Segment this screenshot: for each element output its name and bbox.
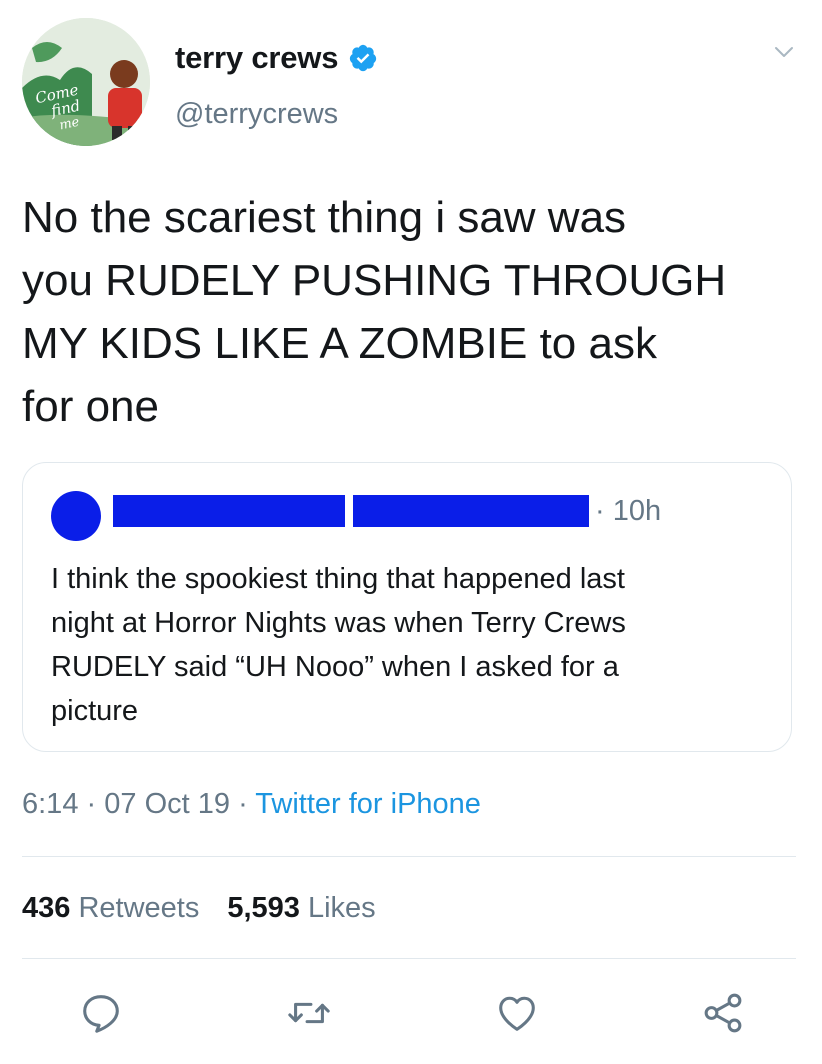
avatar-artwork: Come find me xyxy=(22,18,150,146)
reply-icon[interactable] xyxy=(78,990,124,1036)
divider xyxy=(22,958,796,959)
quoted-tweet[interactable]: · 10h I think the spookiest thing that h… xyxy=(22,462,792,752)
author-name[interactable]: terry crews xyxy=(175,40,338,76)
retweets-count: 436 xyxy=(22,892,71,924)
retweets-label: Retweets xyxy=(78,892,200,924)
tweet-actions xyxy=(0,990,822,1040)
author-name-row[interactable]: terry crews xyxy=(175,40,378,76)
tweet-date: 07 Oct 19 xyxy=(104,788,230,820)
avatar[interactable]: Come find me xyxy=(22,18,150,146)
tweet-time: 6:14 xyxy=(22,788,79,820)
verified-badge-icon xyxy=(350,44,377,72)
quoted-avatar-redacted[interactable] xyxy=(51,491,101,541)
quoted-name-redaction xyxy=(113,495,345,527)
chevron-down-icon[interactable] xyxy=(772,40,796,64)
retweets-stat[interactable]: 436 Retweets xyxy=(22,892,199,925)
retweet-icon[interactable] xyxy=(286,990,332,1036)
tweet-text: No the scariest thing i saw was you RUDE… xyxy=(22,193,727,431)
likes-stat[interactable]: 5,593 Likes xyxy=(227,892,375,925)
author-handle[interactable]: @terrycrews xyxy=(175,98,338,131)
quoted-text: I think the spookiest thing that happene… xyxy=(51,563,626,727)
likes-count: 5,593 xyxy=(227,892,300,924)
quoted-time: · 10h xyxy=(595,495,662,527)
quoted-handle-redaction xyxy=(353,495,589,527)
meta-separator: · xyxy=(238,788,248,820)
share-icon[interactable] xyxy=(700,990,746,1036)
tweet-source-link[interactable]: Twitter for iPhone xyxy=(255,788,481,820)
tweet-header: Come find me terry crews @terrycrews xyxy=(22,18,800,148)
tweet-meta: 6:14 · 07 Oct 19 · Twitter for iPhone xyxy=(22,788,481,821)
meta-separator: · xyxy=(86,788,97,820)
tweet-stats: 436 Retweets 5,593 Likes xyxy=(22,892,404,925)
like-icon[interactable] xyxy=(494,990,540,1036)
likes-label: Likes xyxy=(307,892,376,924)
divider xyxy=(22,856,796,857)
